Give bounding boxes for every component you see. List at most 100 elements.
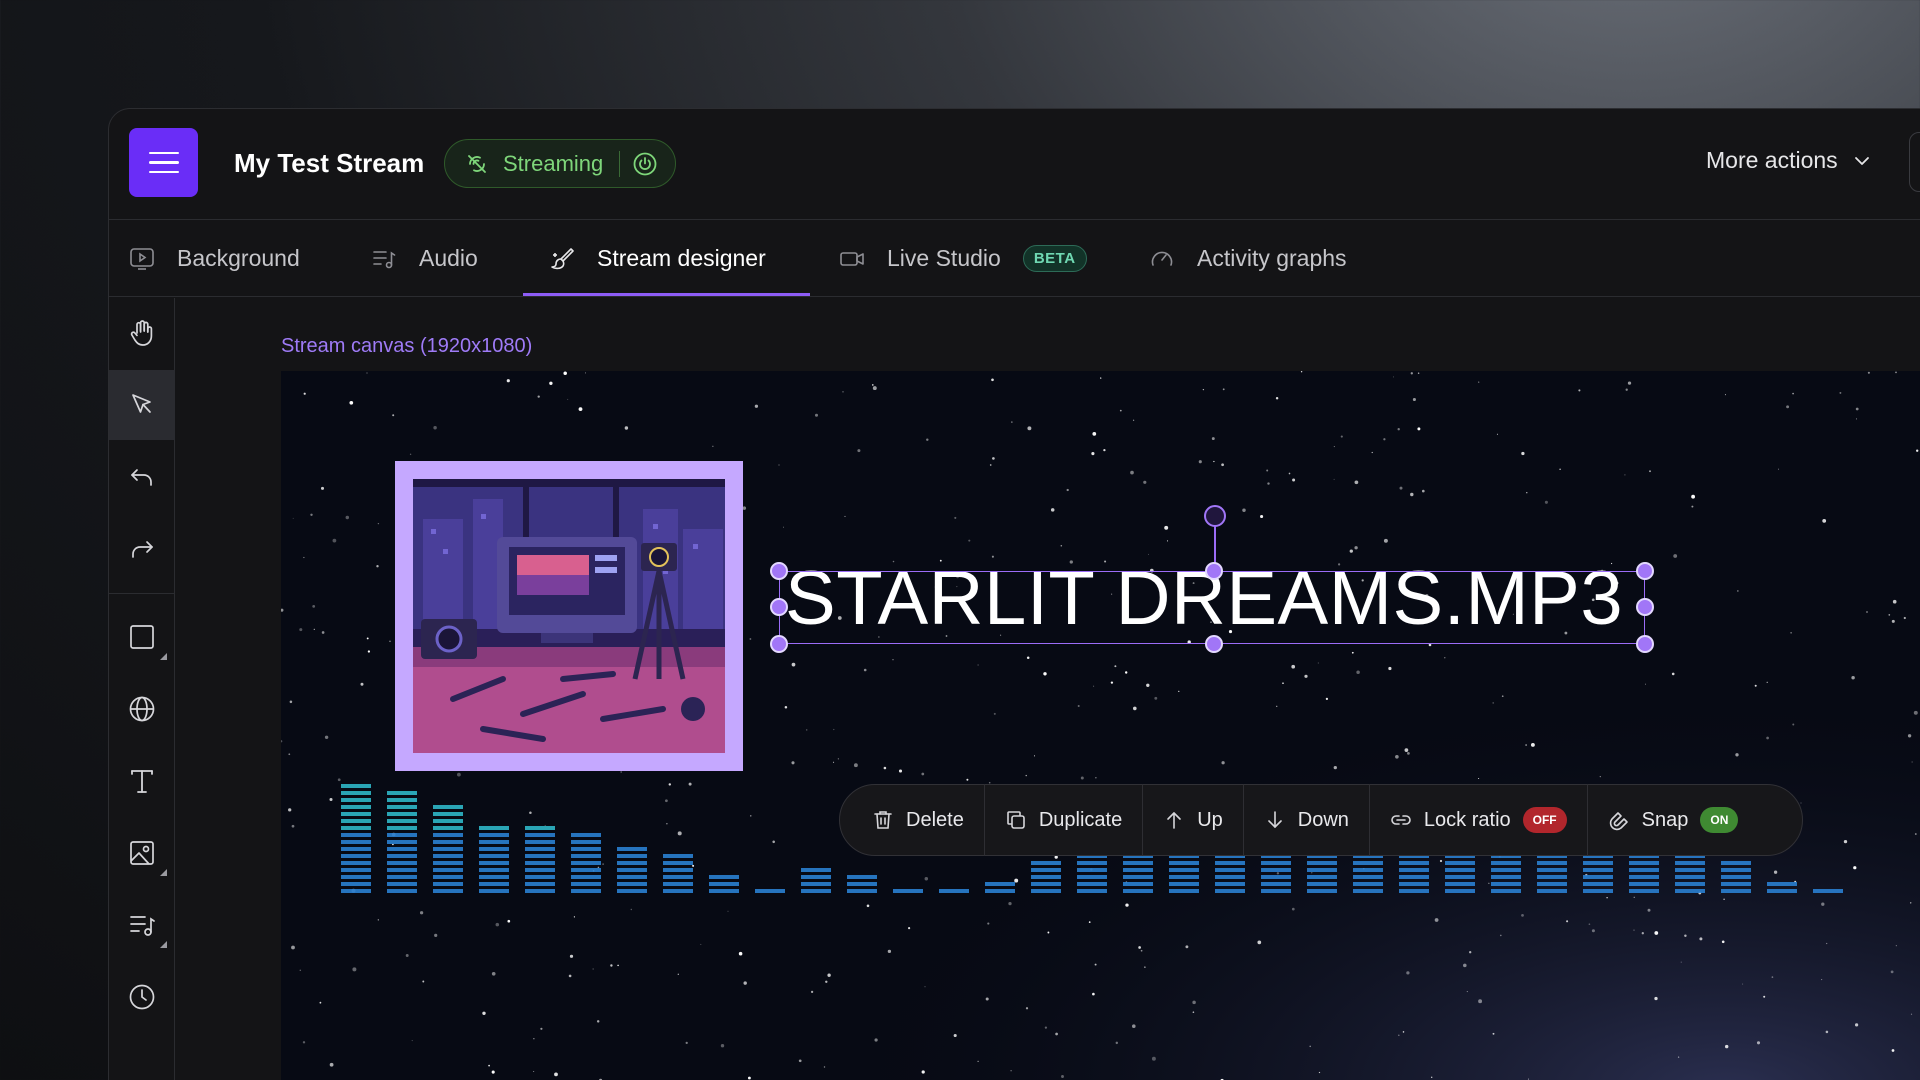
lock-ratio-toggle[interactable]: Lock ratio OFF <box>1370 784 1588 856</box>
star <box>1311 872 1313 874</box>
tool-undo[interactable] <box>109 442 175 512</box>
tool-hand[interactable] <box>109 298 175 368</box>
star <box>1914 833 1917 835</box>
star <box>596 1020 600 1023</box>
visualizer-segment <box>1629 882 1659 886</box>
visualizer-segment <box>433 847 463 851</box>
star <box>1061 1075 1064 1078</box>
tab-audio[interactable]: Audio <box>371 220 478 297</box>
visualizer-segment <box>387 791 417 795</box>
star <box>1903 616 1906 620</box>
resize-handle-right[interactable] <box>1636 598 1654 616</box>
header-extra-button[interactable] <box>1909 132 1920 192</box>
visualizer-segment <box>1123 868 1153 872</box>
move-up-button[interactable]: Up <box>1143 784 1244 856</box>
rotate-handle[interactable] <box>1204 505 1226 527</box>
tool-clock[interactable] <box>109 962 175 1032</box>
star <box>1892 599 1897 604</box>
tab-activity-graphs[interactable]: Activity graphs <box>1149 220 1347 297</box>
tool-audio[interactable] <box>109 890 175 960</box>
star <box>1913 710 1918 715</box>
audio-list-icon <box>130 916 155 936</box>
menu-button[interactable] <box>129 128 198 197</box>
app-window: My Test Stream Streaming More actions Ba… <box>108 108 1920 1080</box>
visualizer-segment <box>341 819 371 823</box>
visualizer-segment <box>1307 882 1337 886</box>
resize-handle-top[interactable] <box>1205 562 1223 580</box>
stream-canvas[interactable]: STARLIT DREAMS.MP3 Delete Duplicate Up D… <box>281 371 1920 1080</box>
star <box>1340 435 1343 438</box>
star <box>1735 753 1739 757</box>
resize-handle-bottom-right[interactable] <box>1636 635 1654 653</box>
star <box>1008 901 1012 906</box>
star <box>1011 421 1013 423</box>
star <box>533 1071 535 1072</box>
visualizer-segment <box>479 882 509 886</box>
visualizer-segment <box>1169 882 1199 886</box>
tab-label: Background <box>177 245 300 271</box>
star <box>1402 1031 1405 1033</box>
visualizer-segment <box>1261 868 1291 872</box>
tab-stream-designer[interactable]: Stream designer <box>549 220 766 297</box>
visualizer-segment <box>1307 868 1337 872</box>
resize-handle-bottom[interactable] <box>1205 635 1223 653</box>
visualizer-segment <box>341 798 371 802</box>
star <box>866 904 870 908</box>
star <box>1060 545 1063 547</box>
visualizer-segment <box>1261 889 1291 893</box>
visualizer-segment <box>571 875 601 879</box>
tab-label: Audio <box>419 245 478 271</box>
tool-shape[interactable] <box>109 602 175 672</box>
star <box>1288 472 1291 475</box>
star <box>1114 665 1117 668</box>
duplicate-button[interactable]: Duplicate <box>985 784 1144 856</box>
star <box>1911 761 1913 763</box>
star <box>1895 371 1897 374</box>
star <box>924 986 926 988</box>
move-down-button[interactable]: Down <box>1244 784 1370 856</box>
tool-redo[interactable] <box>109 514 175 584</box>
duplicate-icon <box>1007 811 1025 829</box>
visualizer-segment <box>1721 868 1751 872</box>
visualizer-segment <box>1445 882 1475 886</box>
visualizer-segment <box>571 882 601 886</box>
star <box>738 951 743 956</box>
star <box>1633 896 1635 898</box>
star <box>367 650 371 653</box>
chevron-down-icon <box>1854 156 1869 165</box>
resize-handle-top-left[interactable] <box>770 562 788 580</box>
tool-image[interactable] <box>109 818 175 888</box>
star <box>1095 777 1097 779</box>
star <box>288 808 292 812</box>
visualizer-segment <box>387 882 417 886</box>
tool-text[interactable] <box>109 746 175 816</box>
resize-handle-top-right[interactable] <box>1636 562 1654 580</box>
star <box>1198 460 1202 464</box>
streaming-status-pill[interactable]: Streaming <box>444 139 676 188</box>
resize-handle-left[interactable] <box>770 598 788 616</box>
tab-live-studio[interactable]: Live Studio BETA <box>839 220 1087 297</box>
visualizer-segment <box>571 833 601 837</box>
visualizer-segment <box>663 882 693 886</box>
power-icon[interactable] <box>632 151 658 177</box>
more-actions-dropdown[interactable]: More actions <box>1706 147 1872 174</box>
album-art-frame[interactable] <box>395 461 743 771</box>
camera-icon <box>840 251 864 266</box>
star <box>791 761 795 765</box>
delete-button[interactable]: Delete <box>840 784 985 856</box>
star <box>1771 976 1774 978</box>
star <box>392 414 395 417</box>
tool-web[interactable] <box>109 674 175 744</box>
tool-select[interactable] <box>109 370 175 440</box>
star <box>1144 966 1146 968</box>
star <box>1257 940 1262 945</box>
star <box>1354 546 1358 550</box>
star <box>1412 397 1416 402</box>
star <box>288 753 291 756</box>
star <box>597 866 600 869</box>
star <box>1397 428 1400 431</box>
star <box>349 400 354 405</box>
resize-handle-bottom-left[interactable] <box>770 635 788 653</box>
snap-toggle[interactable]: Snap ON <box>1588 784 1759 856</box>
tab-background[interactable]: Background <box>129 220 300 297</box>
